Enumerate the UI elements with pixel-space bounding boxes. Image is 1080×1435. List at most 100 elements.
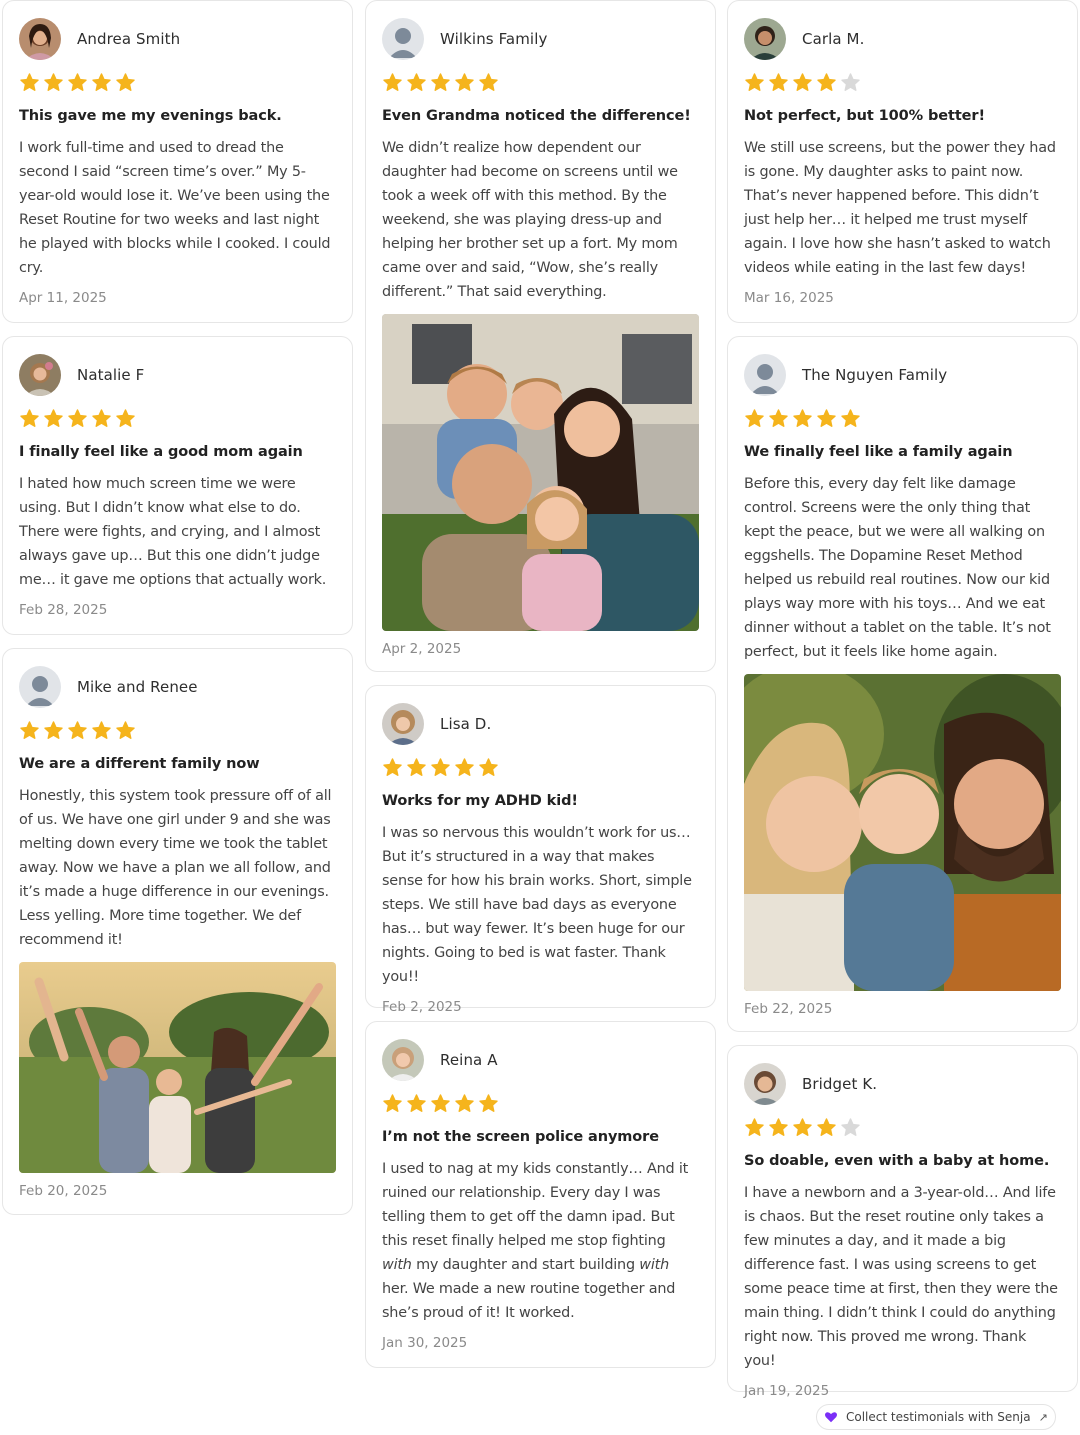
review-card: Andrea Smith This gave me my evenings ba… <box>2 0 353 323</box>
review-title: Not perfect, but 100% better! <box>744 108 985 124</box>
review-date: Apr 2, 2025 <box>382 641 462 657</box>
star-filled-icon <box>68 73 87 91</box>
review-card: Bridget K. So doable, even with a baby a… <box>727 1045 1078 1399</box>
review-card: Wilkins Family Even Grandma noticed the … <box>365 0 716 672</box>
star-empty-icon <box>841 1118 860 1136</box>
review-body-text: my daughter and start building <box>411 1257 640 1273</box>
star-rating <box>744 72 1061 94</box>
star-filled-icon <box>817 73 836 91</box>
star-rating <box>382 757 699 779</box>
review-body: Honestly, this system took pressure off … <box>19 788 332 948</box>
star-rating <box>19 720 336 742</box>
review-title: This gave me my evenings back. <box>19 108 282 124</box>
review-card: Mike and Renee We are a different family… <box>2 648 353 1215</box>
review-date: Feb 22, 2025 <box>744 1001 833 1017</box>
star-filled-icon <box>431 1094 450 1112</box>
reviewer-name: The Nguyen Family <box>802 366 948 384</box>
review-body-emphasis: with <box>382 1257 412 1273</box>
review-author: Reina A <box>382 1038 699 1082</box>
star-filled-icon <box>407 73 426 91</box>
star-filled-icon <box>745 73 764 91</box>
review-title: Works for my ADHD kid! <box>382 793 578 809</box>
star-filled-icon <box>455 73 474 91</box>
star-filled-icon <box>383 758 402 776</box>
review-date: Feb 28, 2025 <box>19 602 108 618</box>
star-rating <box>382 1093 699 1115</box>
reviewer-name: Bridget K. <box>802 1075 878 1093</box>
review-photo[interactable] <box>19 962 336 1173</box>
reviewer-name: Mike and Renee <box>77 678 198 696</box>
star-filled-icon <box>769 73 788 91</box>
star-filled-icon <box>92 409 111 427</box>
star-filled-icon <box>68 409 87 427</box>
star-empty-icon <box>841 73 860 91</box>
reviewer-name: Lisa D. <box>440 715 492 733</box>
star-rating <box>19 72 336 94</box>
reviewer-name: Reina A <box>440 1051 498 1069</box>
star-filled-icon <box>68 721 87 739</box>
review-author: Mike and Renee <box>19 665 336 709</box>
review-body-text: I used to nag at my kids constantly… And… <box>382 1161 689 1249</box>
star-filled-icon <box>455 1094 474 1112</box>
review-author: Wilkins Family <box>382 17 699 61</box>
review-title: So doable, even with a baby at home. <box>744 1153 1050 1169</box>
review-photo[interactable] <box>382 314 699 631</box>
review-title: Even Grandma noticed the difference! <box>382 108 691 124</box>
review-author: Lisa D. <box>382 702 699 746</box>
star-rating <box>744 408 1061 430</box>
star-filled-icon <box>44 73 63 91</box>
review-author: Andrea Smith <box>19 17 336 61</box>
review-body: We didn’t realize how dependent our daug… <box>382 140 678 300</box>
review-author: Natalie F <box>19 353 336 397</box>
star-filled-icon <box>455 758 474 776</box>
review-title: We finally feel like a family again <box>744 444 1013 460</box>
star-filled-icon <box>479 73 498 91</box>
review-body-text: her. We made a new routine together and … <box>382 1281 676 1321</box>
review-date: Jan 30, 2025 <box>382 1335 468 1351</box>
reviewer-name: Natalie F <box>77 366 145 384</box>
review-card: Carla M. Not perfect, but 100% better! W… <box>727 0 1078 323</box>
star-rating <box>382 72 699 94</box>
review-title: I finally feel like a good mom again <box>19 444 303 460</box>
review-card: Reina A I’m not the screen police anymor… <box>365 1021 716 1368</box>
star-filled-icon <box>793 73 812 91</box>
review-author: Bridget K. <box>744 1062 1061 1106</box>
heart-icon <box>824 1412 838 1423</box>
reviewer-name: Andrea Smith <box>77 30 181 48</box>
star-filled-icon <box>745 409 764 427</box>
review-date: Mar 16, 2025 <box>744 290 834 306</box>
star-filled-icon <box>116 73 135 91</box>
avatar-placeholder-icon <box>382 18 424 60</box>
review-body: I was so nervous this wouldn’t work for … <box>382 825 692 985</box>
review-body: I used to nag at my kids constantly… And… <box>382 1157 699 1325</box>
star-rating <box>19 408 336 430</box>
review-body: I work full-time and used to dread the s… <box>19 140 331 276</box>
review-body-emphasis: with <box>639 1257 670 1273</box>
star-filled-icon <box>407 1094 426 1112</box>
review-body: I hated how much screen time we were usi… <box>19 476 327 588</box>
star-filled-icon <box>817 409 836 427</box>
avatar <box>382 1039 424 1081</box>
review-card: Lisa D. Works for my ADHD kid! I was so … <box>365 685 716 1015</box>
star-filled-icon <box>92 73 111 91</box>
review-card: Natalie F I finally feel like a good mom… <box>2 336 353 635</box>
reviewer-name: Wilkins Family <box>440 30 548 48</box>
review-body: I have a newborn and a 3-year-old… And l… <box>744 1185 1058 1369</box>
star-filled-icon <box>407 758 426 776</box>
star-filled-icon <box>20 73 39 91</box>
star-filled-icon <box>793 1118 812 1136</box>
star-filled-icon <box>116 721 135 739</box>
review-photo[interactable] <box>744 674 1061 991</box>
star-filled-icon <box>383 1094 402 1112</box>
star-filled-icon <box>431 758 450 776</box>
star-filled-icon <box>479 758 498 776</box>
star-filled-icon <box>817 1118 836 1136</box>
reviewer-name: Carla M. <box>802 30 865 48</box>
star-filled-icon <box>383 73 402 91</box>
review-body: We still use screens, but the power they… <box>744 140 1056 276</box>
senja-badge-link[interactable]: Collect testimonials with Senja ↗ <box>816 1404 1056 1430</box>
review-body: Before this, every day felt like damage … <box>744 476 1051 660</box>
avatar <box>19 18 61 60</box>
review-date: Feb 20, 2025 <box>19 1183 108 1199</box>
avatar-placeholder-icon <box>19 666 61 708</box>
